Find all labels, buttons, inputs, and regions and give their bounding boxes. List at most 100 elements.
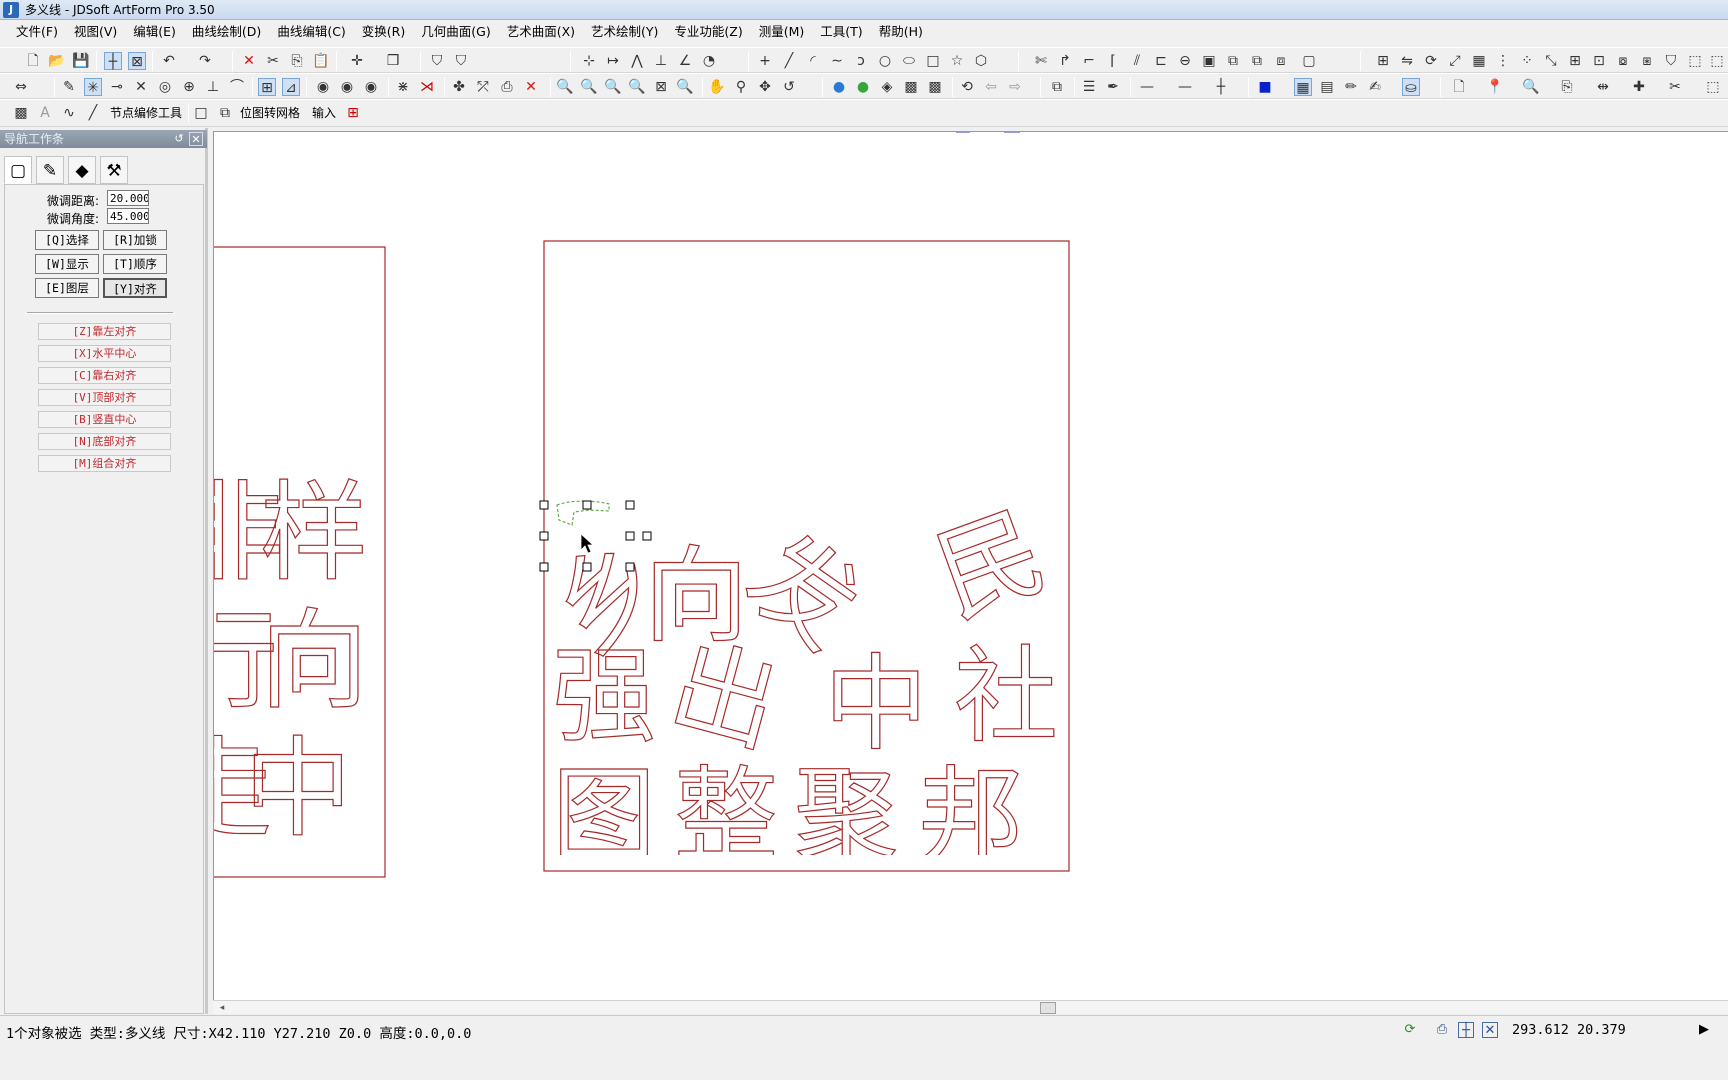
more-icon[interactable]: ⬚ [1708,52,1726,70]
shield-alt-icon[interactable]: ⛉ [452,52,470,70]
render-alt-icon[interactable]: ▩ [926,78,944,96]
arrow-right-icon[interactable]: ⇨ [1006,78,1024,96]
selection-handle[interactable] [582,562,592,572]
chamfer-icon[interactable]: ⌐ [1080,52,1098,70]
snap-box-icon[interactable]: ⊠ [128,52,146,70]
line-icon[interactable]: ╱ [780,52,798,70]
rectangle-icon[interactable]: □ [924,52,942,70]
color-blue-icon[interactable]: ■ [1256,78,1274,96]
outline-char[interactable]: 强 [551,634,656,757]
distribute-icon[interactable]: ⊡ [1590,52,1608,70]
outline-char[interactable]: 社 [953,634,1058,757]
zoom-dynamic-icon[interactable]: ⚲ [732,78,750,96]
polar-icon[interactable]: ⊿ [282,78,300,96]
scroll-left-icon[interactable]: ◂ [215,1001,229,1015]
align-top-button[interactable]: [V]顶部对齐 [38,389,171,406]
align-hcenter-button[interactable]: [X]水平中心 [38,345,171,362]
fill-brush-icon[interactable]: ✍ [1366,78,1384,96]
tab-layer-icon[interactable]: ◆ [68,156,96,184]
menu-curve-edit[interactable]: 曲线编辑(C) [269,21,353,43]
eye-hide-icon[interactable]: ◉ [362,78,380,96]
spline-icon[interactable]: ∼ [828,52,846,70]
light-green-icon[interactable]: ● [854,78,872,96]
menu-tools[interactable]: 工具(T) [812,21,870,43]
pen-icon[interactable]: ✎ [60,78,78,96]
subtract-icon[interactable]: ⧈ [1272,52,1290,70]
menu-curve-draw[interactable]: 曲线绘制(D) [184,21,269,43]
drawing-canvas[interactable]: 非 样 行 向 走 中 乡 向 发 民 强 出 中 社 图 整 聚 邦 [213,131,1728,1003]
paint-bucket-icon[interactable]: ⛀ [1402,78,1420,96]
search-zoom-icon[interactable]: 🔍 [1522,78,1540,96]
line-tool-icon[interactable]: ╱ [84,104,102,122]
move-icon[interactable]: ⇹ [1594,78,1612,96]
tab-object-icon[interactable]: ▢ [4,156,32,184]
snap-midpoint-icon[interactable]: ⊸ [108,78,126,96]
node-delete-icon[interactable]: ⋊ [418,78,436,96]
line-weight-icon[interactable]: — [1176,78,1194,96]
menu-edit[interactable]: 编辑(E) [125,21,184,43]
outline-char[interactable]: 图 [551,754,656,877]
ortho-icon[interactable]: ⊞ [258,78,276,96]
layers-icon[interactable]: ⧉ [1048,78,1066,96]
display-button[interactable]: [W]显示 [35,254,99,274]
break-icon[interactable]: ⫽ [1128,52,1146,70]
menu-file[interactable]: 文件(F) [8,21,66,43]
paste-icon[interactable]: 📋 [312,52,330,70]
grid-toggle-icon[interactable]: ┼ [1458,1022,1474,1038]
point-icon[interactable]: + [756,52,774,70]
snap-grid-icon[interactable]: ┼ [104,52,122,70]
input-label[interactable]: 输入 [312,104,336,122]
array-icon[interactable]: ▦ [1470,52,1488,70]
node-paste-icon[interactable]: ⎙ [498,78,516,96]
copy-icon[interactable]: ⎘ [288,52,306,70]
align-icon[interactable]: ⊞ [1374,52,1392,70]
cross-line-icon[interactable]: ┼ [1212,78,1230,96]
eye-icon[interactable]: ◉ [314,78,332,96]
arc-icon[interactable]: ◜ [804,52,822,70]
circle-icon[interactable]: ○ [876,52,894,70]
frame-select-icon[interactable]: ⬚ [1686,52,1704,70]
pin-panel-icon[interactable]: ↺ [172,132,186,146]
dimension-icon[interactable]: ↦ [604,52,622,70]
redo-icon[interactable]: ↷ [196,52,214,70]
order-button[interactable]: [T]顺序 [103,254,167,274]
zoom-in-icon[interactable]: 🔍 [556,78,574,96]
open-folder-icon[interactable]: 📂 [48,52,66,70]
angle-icon[interactable]: ∠ [676,52,694,70]
outline-char[interactable]: 向 [259,598,368,724]
copy-shape-icon[interactable]: ⧉ [1224,52,1242,70]
horizontal-scrollbar[interactable]: ◂ [213,1000,1728,1014]
node-edit-icon[interactable]: ⤱ [474,78,492,96]
node-add-icon[interactable]: ⋇ [394,78,412,96]
snap-intersect-icon[interactable]: ✕ [132,78,150,96]
outline-char[interactable]: 整 [673,754,778,877]
selection-handle[interactable] [582,500,592,510]
outline-char[interactable]: 聚 [793,754,898,877]
mirror-icon[interactable]: ⇋ [1398,52,1416,70]
sync-icon[interactable]: ⟳ [1402,1022,1418,1038]
menu-transform[interactable]: 变换(R) [354,21,413,43]
menu-measure[interactable]: 测量(M) [751,21,813,43]
zoom-all-icon[interactable]: 🔍 [604,78,622,96]
layer-button[interactable]: [E]图层 [35,278,99,298]
outline-char[interactable]: 民 [920,489,1061,640]
node-select-icon[interactable]: ✤ [450,78,468,96]
polygon-icon[interactable]: ⬡ [972,52,990,70]
document-icon[interactable]: 🗋 [1450,78,1468,96]
bitmap-to-grid-label[interactable]: 位图转网格 [240,104,300,122]
snap-center-icon[interactable]: ◎ [156,78,174,96]
refresh-icon[interactable]: ⟲ [958,78,976,96]
outline-char[interactable]: 样 [259,470,368,596]
node-grid-icon[interactable]: ⊞ [1566,52,1584,70]
tab-tools-icon[interactable]: ⚒ [100,156,128,184]
cup-icon[interactable]: ⛉ [1662,52,1680,70]
render-icon[interactable]: ▩ [902,78,920,96]
union-icon[interactable]: ⧉ [1248,52,1266,70]
selection-handle[interactable] [539,500,549,510]
scatter-icon[interactable]: ⁘ [1518,52,1536,70]
line-type-icon[interactable]: ☰ [1080,78,1098,96]
lock-button[interactable]: [R]加锁 [103,230,167,250]
square-select-icon[interactable]: □ [192,104,210,122]
selection-handle[interactable] [539,531,549,541]
align-button[interactable]: [Y]对齐 [103,278,167,298]
